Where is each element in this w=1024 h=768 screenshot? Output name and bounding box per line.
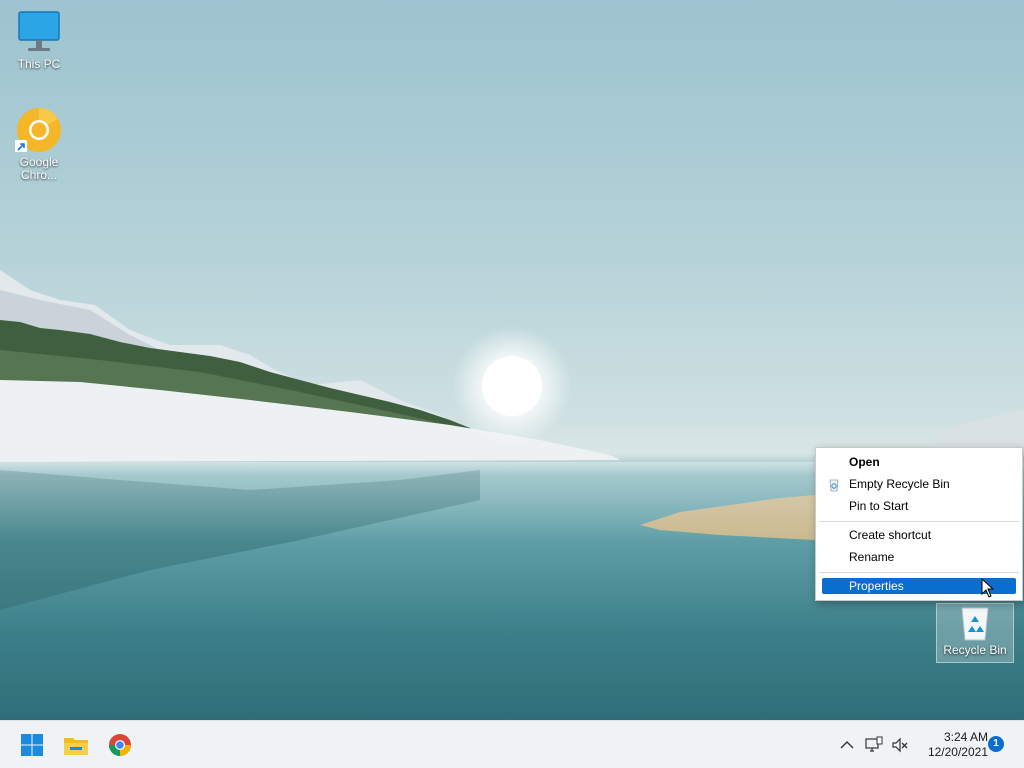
file-explorer-button[interactable] [60, 729, 92, 761]
menu-item-create-shortcut[interactable]: Create shortcut [820, 525, 1018, 546]
notification-badge[interactable]: 1 [988, 736, 1004, 752]
volume-button[interactable] [890, 735, 910, 755]
chevron-up-icon [840, 741, 854, 749]
menu-item-pin-to-start[interactable]: Pin to Start [820, 496, 1018, 517]
menu-item-open[interactable]: Open [820, 452, 1018, 473]
clock-time: 3:24 AM [943, 730, 988, 744]
menu-item-label: Create shortcut [849, 528, 932, 542]
monitor-icon [15, 8, 63, 56]
mouse-cursor-icon [981, 578, 995, 598]
menu-separator [819, 521, 1019, 522]
desktop-icon-recycle-bin[interactable]: Recycle Bin [936, 603, 1014, 663]
menu-item-label: Properties [849, 579, 904, 593]
wallpaper [0, 270, 1024, 610]
menu-item-label: Rename [849, 550, 895, 564]
menu-item-label: Pin to Start [849, 499, 909, 513]
menu-item-label: Empty Recycle Bin [849, 477, 950, 491]
network-button[interactable] [864, 735, 884, 755]
chrome-taskbar-button[interactable] [104, 729, 136, 761]
desktop-icon-this-pc[interactable]: This PC [1, 8, 77, 71]
menu-item-rename[interactable]: Rename [820, 547, 1018, 568]
chrome-icon [109, 734, 131, 756]
clock-button[interactable]: 3:24 AM 12/20/2021 [912, 730, 988, 760]
menu-separator [819, 572, 1019, 573]
start-icon [21, 734, 43, 756]
file-explorer-icon [64, 738, 88, 755]
desktop-icon-label: Recycle Bin [943, 643, 1007, 657]
desktop-icon-label: This PC [17, 57, 61, 71]
desktop-icon-label: Google Chro... [19, 155, 59, 182]
desktop-icon-google-chrome[interactable]: Google Chro... [1, 106, 77, 182]
show-hidden-icons-button[interactable] [837, 735, 857, 755]
desktop[interactable]: This PC Google Chro... Recycle Bin Open … [0, 0, 1024, 720]
recycle-bin-icon [828, 478, 840, 492]
network-icon [865, 736, 883, 752]
menu-item-label: Open [849, 455, 880, 469]
chrome-canary-icon [15, 106, 63, 154]
menu-item-empty-recycle-bin[interactable]: Empty Recycle Bin [820, 474, 1018, 495]
volume-muted-icon [892, 737, 908, 753]
taskbar: 3:24 AM 12/20/2021 1 [0, 720, 1024, 768]
start-button[interactable] [16, 729, 48, 761]
clock-date: 12/20/2021 [927, 745, 988, 759]
recycle-bin-icon [955, 604, 995, 642]
